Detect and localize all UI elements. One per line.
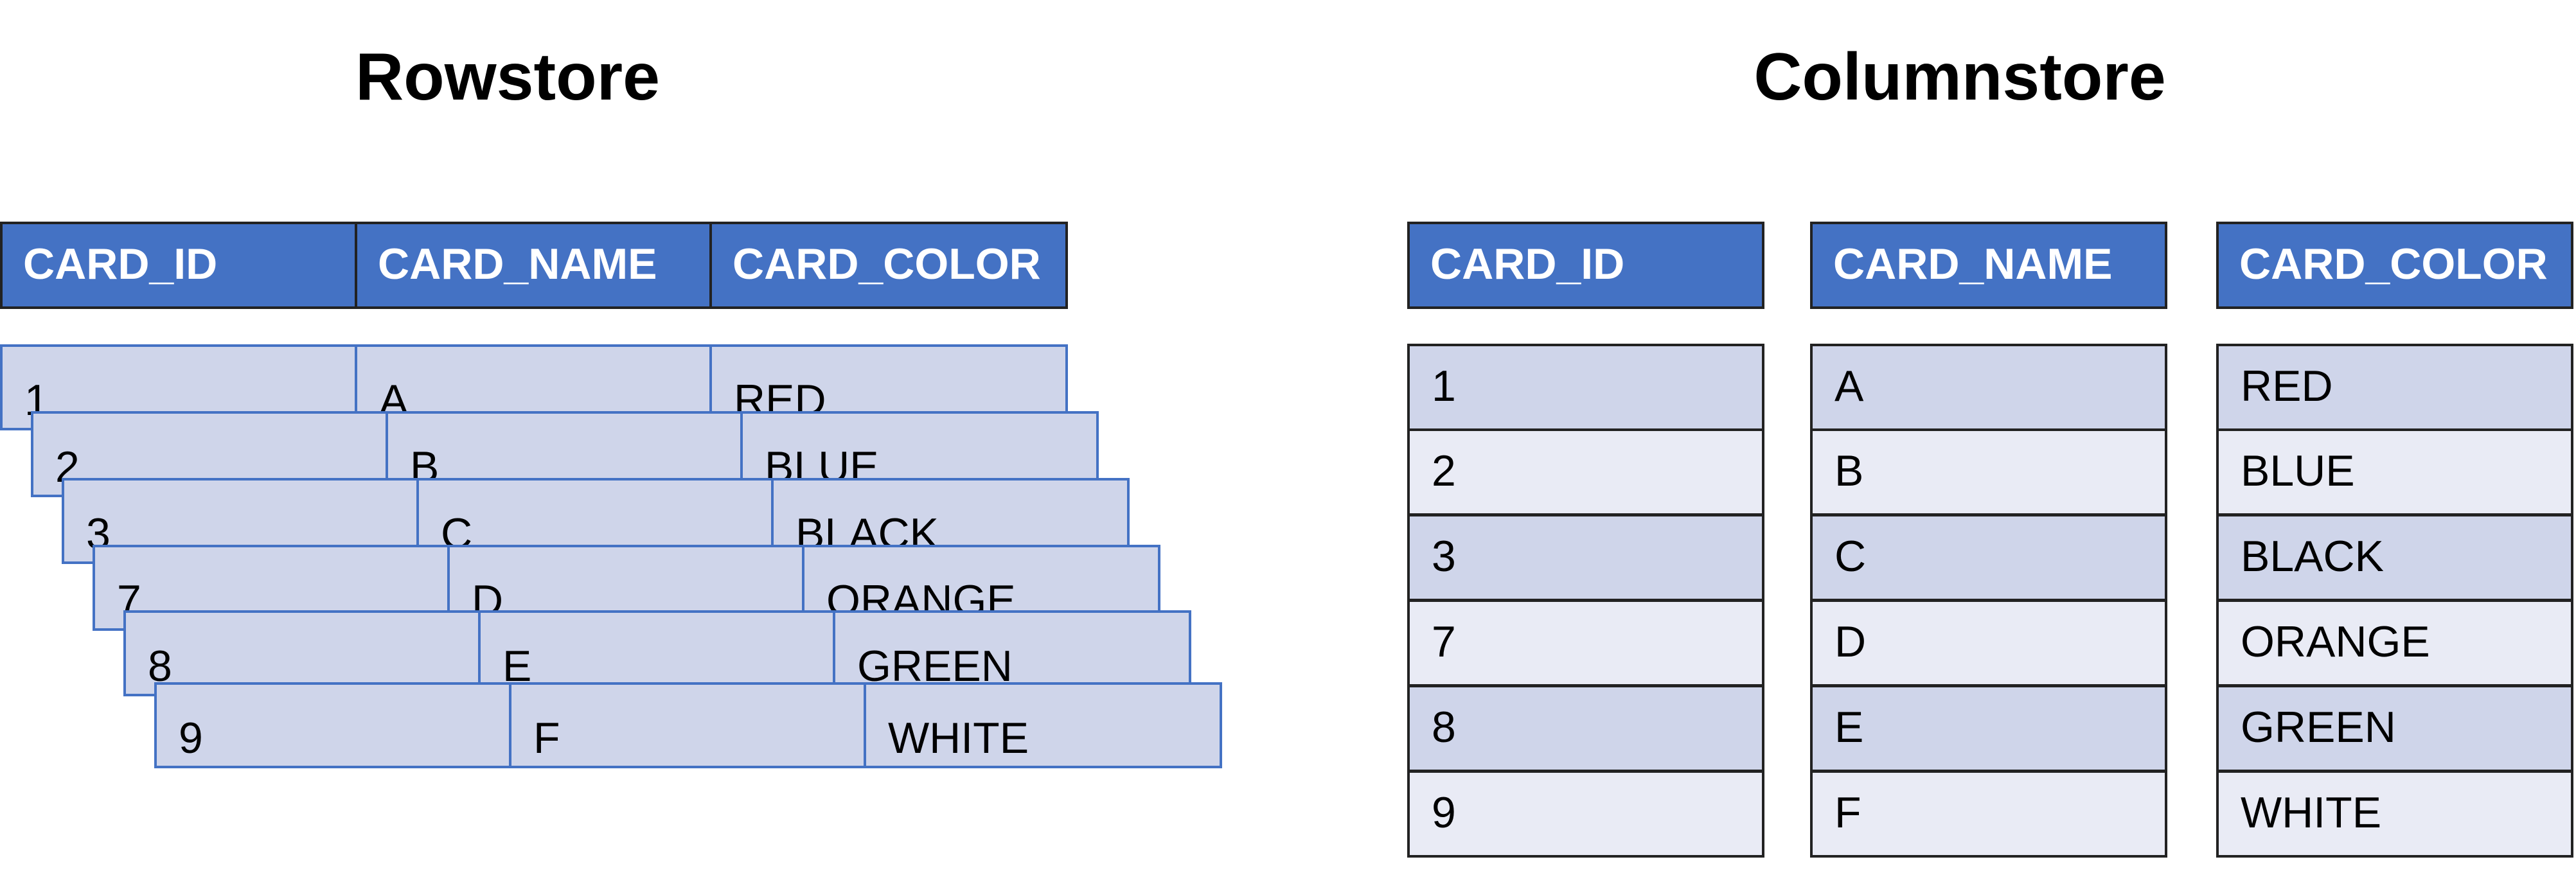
columnstore-cell: D — [1810, 599, 2167, 687]
columnstore-cell: WHITE — [2216, 770, 2573, 858]
columnstore-cell: 3 — [1407, 514, 1764, 601]
columnstore-cell: BLUE — [2216, 428, 2573, 516]
columnstore-header: CARD_COLOR — [2216, 222, 2573, 309]
rowstore-cell-id: 9 — [154, 682, 511, 768]
columnstore-header: CARD_NAME — [1810, 222, 2167, 309]
rowstore-title: Rowstore — [355, 40, 660, 114]
columnstore-cell: 9 — [1407, 770, 1764, 858]
rowstore-header-card-color: CARD_COLOR — [709, 222, 1068, 309]
columnstore-cell: 2 — [1407, 428, 1764, 516]
columnstore-cell: E — [1810, 685, 2167, 772]
rowstore-header-card-id: CARD_ID — [0, 222, 357, 309]
columnstore-cell: ORANGE — [2216, 599, 2573, 687]
columnstore-header: CARD_ID — [1407, 222, 1764, 309]
columnstore-cell: B — [1810, 428, 2167, 516]
columnstore-cell: BLACK — [2216, 514, 2573, 601]
columnstore-title: Columnstore — [1754, 40, 2166, 114]
columnstore-cell: RED — [2216, 344, 2573, 431]
columnstore-cell: A — [1810, 344, 2167, 431]
rowstore-header-card-name: CARD_NAME — [355, 222, 712, 309]
columnstore-cell: 1 — [1407, 344, 1764, 431]
rowstore-cell-color: WHITE — [864, 682, 1222, 768]
columnstore-cell: F — [1810, 770, 2167, 858]
columnstore-cell: 8 — [1407, 685, 1764, 772]
columnstore-cell: GREEN — [2216, 685, 2573, 772]
columnstore-cell: C — [1810, 514, 2167, 601]
rowstore-cell-name: F — [509, 682, 866, 768]
columnstore-cell: 7 — [1407, 599, 1764, 687]
